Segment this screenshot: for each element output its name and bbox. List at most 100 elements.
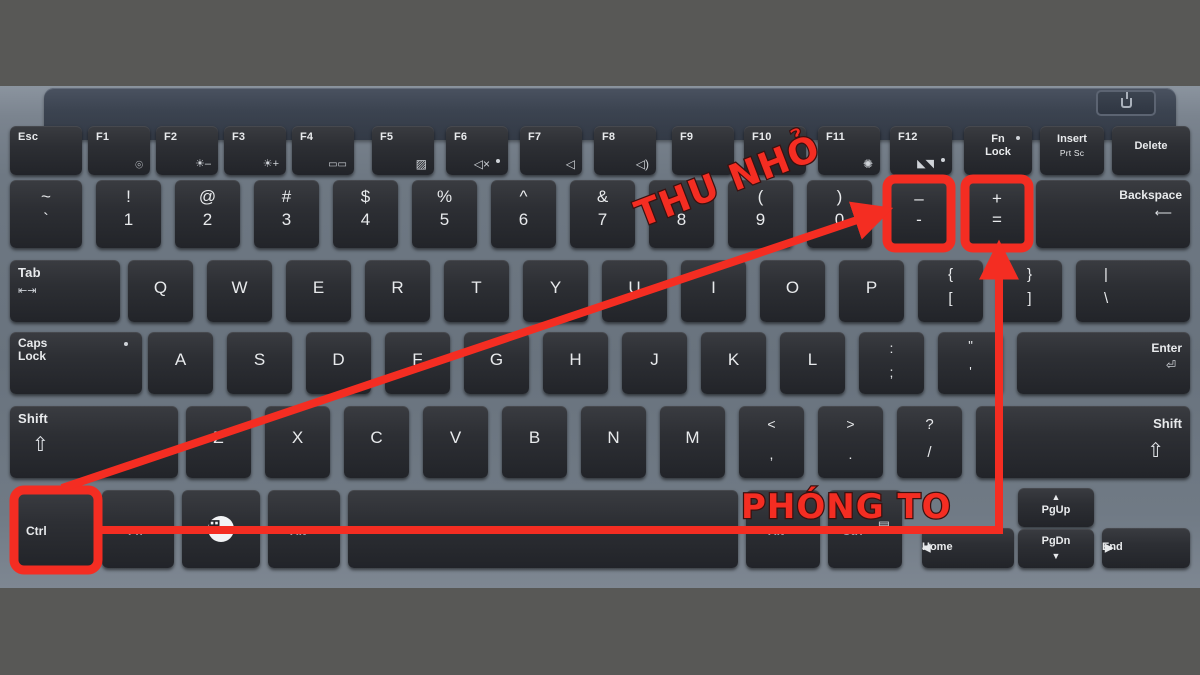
shift-arrow-icon: ⇧ (32, 434, 49, 456)
key-z[interactable]: Z (186, 406, 251, 478)
power-button[interactable] (1096, 90, 1156, 116)
key-j[interactable]: J (622, 332, 687, 394)
key-e[interactable]: E (286, 260, 351, 322)
key-esc[interactable]: Esc (10, 126, 82, 175)
search-wifi-icon: ⌾ (135, 157, 143, 172)
key-y[interactable]: Y (523, 260, 588, 322)
key-f12[interactable]: F12 ◣◥ (890, 126, 952, 175)
key-f[interactable]: F (385, 332, 450, 394)
key-f5[interactable]: F5 ▨ (372, 126, 434, 175)
key-caps-lock[interactable]: Caps Lock (10, 332, 142, 394)
key-p[interactable]: P (839, 260, 904, 322)
key-c[interactable]: C (344, 406, 409, 478)
key-fn-lock[interactable]: Fn Lock (964, 126, 1032, 175)
key-6[interactable]: ^ 6 (491, 180, 556, 248)
tab-arrow-icon: ⇤⇥ (18, 285, 37, 297)
key-shift-right[interactable]: Shift ⇧ (976, 406, 1190, 478)
key-s[interactable]: S (227, 332, 292, 394)
key-u[interactable]: U (602, 260, 667, 322)
key-bracket-left[interactable]: { [ (918, 260, 983, 322)
key-4[interactable]: $ 4 (333, 180, 398, 248)
key-2[interactable]: @ 2 (175, 180, 240, 248)
key-space[interactable] (348, 490, 738, 568)
pgdn-arrow-icon: ▼ (1051, 551, 1061, 561)
key-x[interactable]: X (265, 406, 330, 478)
key-quote[interactable]: " ' (938, 332, 1003, 394)
fan-icon: ✺ (862, 157, 873, 171)
key-minus[interactable]: – - (890, 182, 948, 245)
key-f6[interactable]: F6 ◁× (446, 126, 508, 175)
shift-arrow-icon: ⇧ (1147, 440, 1164, 462)
key-pgup[interactable]: ▲ PgUp (1018, 488, 1094, 527)
key-delete[interactable]: Delete (1112, 126, 1190, 175)
key-q[interactable]: Q (128, 260, 193, 322)
key-fn-lock-label: Fn Lock (985, 133, 1011, 158)
led-indicator (124, 342, 128, 346)
key-f11[interactable]: F11 ✺ (818, 126, 880, 175)
zoom-in-label: PHÓNG TO (740, 486, 952, 529)
key-1[interactable]: ! 1 (96, 180, 161, 248)
key-backspace[interactable]: Backspace ⟵ (1036, 180, 1190, 248)
key-windows[interactable]: ⊞ (182, 490, 260, 568)
key-end[interactable]: End ▶ (1102, 528, 1190, 568)
volume-mute-icon: ◁× (473, 157, 490, 171)
key-insert[interactable]: Insert Prt Sc (1040, 126, 1104, 175)
key-shift-left[interactable]: Shift ⇧ (10, 406, 178, 478)
backspace-arrow-icon: ⟵ (1154, 206, 1172, 220)
key-home[interactable]: ◀ Home (922, 528, 1014, 568)
key-l[interactable]: L (780, 332, 845, 394)
windows-logo-icon: ⊞ (208, 516, 234, 542)
volume-down-icon: ◁ (565, 157, 575, 171)
key-0[interactable]: ) 0 (807, 180, 872, 248)
key-t[interactable]: T (444, 260, 509, 322)
key-k[interactable]: K (701, 332, 766, 394)
key-tab[interactable]: Tab ⇤⇥ (10, 260, 120, 322)
key-semicolon[interactable]: : ; (859, 332, 924, 394)
key-backtick[interactable]: ~ ` (10, 180, 82, 248)
key-plus[interactable]: + = (968, 182, 1026, 245)
brightness-down-icon: ☀– (195, 158, 211, 170)
key-n[interactable]: N (581, 406, 646, 478)
power-icon (1120, 92, 1132, 108)
key-alt-left[interactable]: Alt (268, 490, 340, 568)
key-insert-sublabel: Prt Sc (1059, 148, 1085, 158)
key-f3[interactable]: F3 ☀+ (224, 126, 286, 175)
key-pgdn[interactable]: PgDn ▼ (1018, 529, 1094, 568)
key-ctrl-left[interactable]: Ctrl (16, 492, 94, 568)
key-fn[interactable]: Fn (102, 490, 174, 568)
key-backslash[interactable]: | \ (1076, 260, 1190, 322)
key-f1[interactable]: F1 ⌾ (88, 126, 150, 175)
key-r[interactable]: R (365, 260, 430, 322)
led-indicator (941, 158, 945, 162)
key-f2[interactable]: F2 ☀– (156, 126, 218, 175)
key-5[interactable]: % 5 (412, 180, 477, 248)
key-w[interactable]: W (207, 260, 272, 322)
key-b[interactable]: B (502, 406, 567, 478)
key-g[interactable]: G (464, 332, 529, 394)
key-slash[interactable]: ? / (897, 406, 962, 478)
key-i[interactable]: I (681, 260, 746, 322)
key-period[interactable]: > . (818, 406, 883, 478)
key-f7[interactable]: F7 ◁ (520, 126, 582, 175)
pgup-arrow-icon: ▲ (1051, 492, 1061, 502)
external-display-icon: ▭▭ (328, 159, 347, 170)
wifi-icon: ◣◥ (917, 158, 934, 170)
key-o[interactable]: O (760, 260, 825, 322)
key-d[interactable]: D (306, 332, 371, 394)
key-7[interactable]: & 7 (570, 180, 635, 248)
key-h[interactable]: H (543, 332, 608, 394)
led-indicator (1016, 136, 1020, 140)
key-bracket-right[interactable]: } ] (997, 260, 1062, 322)
key-3[interactable]: # 3 (254, 180, 319, 248)
touchpad-off-icon: ▨ (415, 157, 427, 171)
key-comma[interactable]: < , (739, 406, 804, 478)
letterbox-bottom (0, 588, 1200, 675)
key-v[interactable]: V (423, 406, 488, 478)
key-a[interactable]: A (148, 332, 213, 394)
key-f4[interactable]: F4 ▭▭ (292, 126, 354, 175)
key-enter[interactable]: Enter ⏎ (1017, 332, 1190, 394)
key-f8[interactable]: F8 ◁) (594, 126, 656, 175)
letterbox-top (0, 0, 1200, 86)
key-m[interactable]: M (660, 406, 725, 478)
volume-up-icon: ◁) (635, 157, 649, 171)
